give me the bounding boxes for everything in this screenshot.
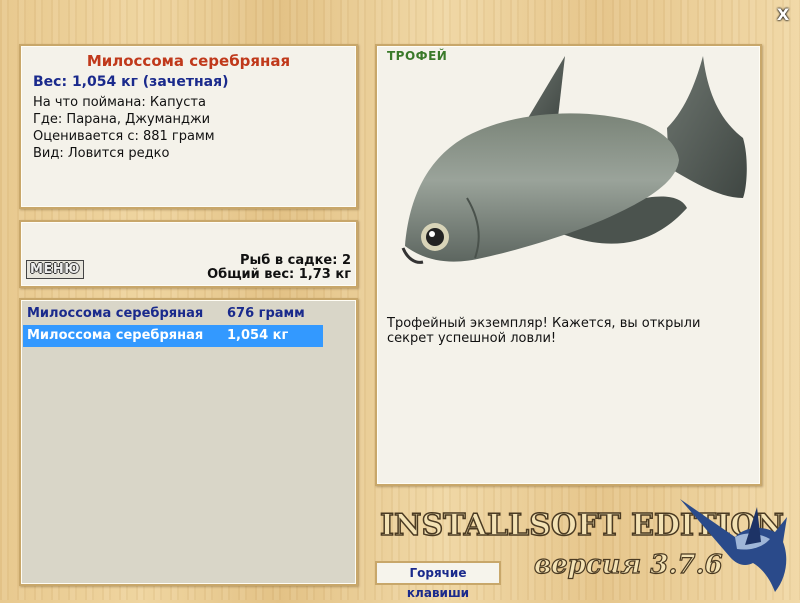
bait-line: На что поймана: Капуста	[33, 95, 206, 110]
hotkeys-button[interactable]: Горячие клавиши	[375, 561, 501, 600]
total-weight: Общий вес: 1,73 кг	[207, 267, 351, 282]
fish-name: Милоссома серебряная	[86, 52, 291, 70]
list-item-name: Милоссома серебряная	[27, 306, 204, 321]
fish-description: Трофейный экземпляр! Кажется, вы открыли…	[387, 316, 701, 346]
fish-image	[401, 56, 747, 264]
keepnet-stats-panel: МЕНЮ Рыб в садке: 2 Общий вес: 1,73 кг	[19, 220, 358, 288]
fish-weight: Вес: 1,054 кг (зачетная)	[33, 74, 229, 90]
catch-list: Милоссома серебряная 676 грамм Милоссома…	[19, 298, 358, 586]
rarity-line: Вид: Ловится редко	[33, 146, 170, 161]
list-item-name: Милоссома серебряная	[27, 328, 204, 343]
fish-view-panel: ТРОФЕЙ Трофейный экземпляр! Кажется, вы …	[375, 44, 762, 486]
fish-count: Рыб в садке: 2	[239, 253, 351, 268]
rating-line: Оценивается с: 881 грамм	[33, 129, 215, 144]
list-item-selected[interactable]: Милоссома серебряная 1,054 кг	[23, 325, 323, 347]
fish-info-panel: Милоссома серебряная Вес: 1,054 кг (заче…	[19, 44, 358, 209]
location-line: Где: Парана, Джуманджи	[33, 112, 211, 127]
menu-button[interactable]: МЕНЮ	[26, 260, 84, 279]
close-icon[interactable]: X	[774, 6, 792, 24]
list-item[interactable]: Милоссома серебряная 676 грамм	[23, 303, 323, 325]
list-item-weight: 676 грамм	[227, 306, 305, 321]
marlin-logo-icon	[680, 499, 787, 592]
trophy-badge: ТРОФЕЙ	[387, 49, 448, 63]
list-item-weight: 1,054 кг	[227, 328, 289, 343]
